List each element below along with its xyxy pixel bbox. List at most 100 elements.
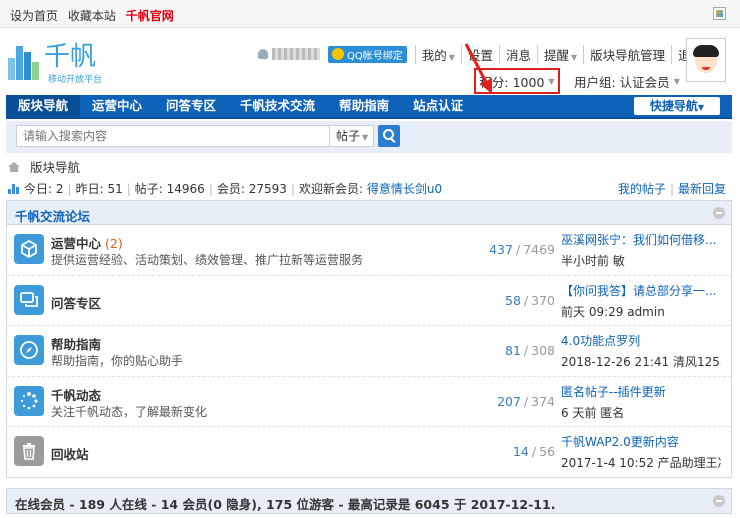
quick-links: 我的帖子 | 最新回复 (617, 182, 726, 196)
board-desc: 提供运营经验、活动策划、绩效管理、推广拉新等运营服务 (51, 253, 364, 267)
last-post-title[interactable]: 【你问我答】请总部分享一... (561, 282, 721, 299)
avatar-hair (693, 45, 719, 57)
stats-chart-icon (8, 183, 20, 194)
board-threads: 437 (489, 242, 513, 257)
last-post-title[interactable]: 千帆WAP2.0更新内容 (561, 433, 721, 450)
forum-header: 千帆交流论坛 (7, 201, 731, 225)
annotation-arrow-icon (464, 43, 492, 94)
menu-my-label: 我的 (421, 47, 447, 63)
board-name-text: 帮助指南 (51, 337, 102, 352)
search-input[interactable] (16, 125, 330, 147)
board-counts: 14/56 (512, 444, 555, 459)
board-threads: 207 (497, 393, 521, 409)
new-member-link[interactable]: 得意情长剑u0 (367, 180, 442, 197)
board-desc: 帮助指南，你的贴心助手 (51, 354, 184, 368)
tab-board-nav[interactable]: 版块导航 (6, 95, 81, 117)
search-type-select[interactable]: 帖子 ▼ (330, 125, 374, 147)
last-post-meta: 前天 09:29 admin (561, 304, 665, 319)
compass-icon[interactable] (14, 335, 44, 365)
top-links: 设为首页 收藏本站 千帆官网 (10, 7, 180, 24)
usergroup-display[interactable]: 用户组: 认证会员 ▼ (574, 72, 680, 91)
tab-site-cert[interactable]: 站点认证 (401, 95, 475, 117)
home-icon[interactable] (8, 161, 20, 172)
official-site-link[interactable]: 千帆官网 (126, 9, 174, 23)
menu-board-nav-manage[interactable]: 版块导航管理 (583, 44, 671, 64)
avatar[interactable] (686, 38, 726, 82)
set-homepage-link[interactable]: 设为首页 (10, 9, 58, 23)
main-nav: 版块导航 运营中心 问答专区 千帆技术交流 帮助指南 站点认证 快捷导航▼ (6, 95, 732, 119)
logo-subtitle: 移动开放平台 (48, 75, 103, 85)
latest-replies-link[interactable]: 最新回复 (678, 182, 726, 196)
bookmark-link[interactable]: 收藏本站 (68, 9, 116, 23)
board-name[interactable]: 回收站 (51, 444, 89, 463)
last-post-title[interactable]: 4.0功能点罗列 (561, 332, 721, 349)
menu-messages[interactable]: 消息 (498, 44, 537, 64)
search-type-label: 帖子 (336, 129, 361, 143)
board-name[interactable]: 运营中心 (2) (51, 233, 123, 252)
board-row: 运营中心 (2) 提供运营经验、活动策划、绩效管理、推广拉新等运营服务 437/7… (7, 225, 731, 276)
stat-yesterday-label: 昨日: (75, 182, 104, 196)
stat-yesterday: 51 (107, 181, 123, 196)
last-post-meta: 2017-1-4 10:52 产品助理王冯 (561, 456, 721, 470)
board-posts: 56 (539, 444, 555, 459)
collapse-icon[interactable] (713, 207, 725, 219)
stat-members: 27593 (248, 181, 287, 196)
search-button[interactable] (378, 125, 400, 147)
menu-my[interactable]: 我的 ▼ (414, 44, 461, 64)
collapse-icon[interactable] (713, 495, 725, 507)
board-new-count: (2) (105, 236, 123, 251)
trash-icon[interactable] (14, 436, 44, 466)
top-bar: 设为首页 收藏本站 千帆官网 (0, 0, 740, 28)
stat-members-label: 会员: (216, 182, 245, 196)
style-switch-icon[interactable] (713, 7, 726, 20)
stat-posts-label: 帖子: (134, 182, 163, 196)
menu-reminders-label: 提醒 (543, 47, 569, 63)
board-row: 千帆动态 关注千帆动态，了解最新变化 207/374 匿名帖子--插件更新 6 … (7, 377, 731, 427)
username-blurred[interactable] (272, 48, 320, 60)
breadcrumb: 版块导航 (8, 157, 80, 176)
my-posts-link[interactable]: 我的帖子 (618, 182, 666, 196)
board-desc: 关注千帆动态，了解最新变化 (51, 404, 208, 419)
board-threads: 14 (512, 444, 529, 459)
chevron-down-icon: ▼ (673, 77, 680, 86)
last-post-title[interactable]: 巫溪网张宁：我们如何借移... (561, 231, 721, 248)
board-row: 问答专区 58/370 【你问我答】请总部分享一... 前天 09:29 adm… (7, 276, 731, 326)
chevron-down-icon: ▼ (570, 52, 578, 62)
operations-board-icon[interactable] (14, 234, 44, 264)
logo-title: 千帆 (44, 42, 97, 72)
qq-bind-label: QQ帐号绑定 (347, 50, 403, 62)
board-name[interactable]: 问答专区 (51, 293, 101, 312)
tab-operations[interactable]: 运营中心 (80, 95, 154, 117)
logo[interactable]: 千帆 移动开放平台 (8, 36, 128, 86)
online-summary[interactable]: 在线会员 - 189 人在线 - 14 会员(0 隐身), 175 位游客 - … (15, 494, 555, 513)
forum-title[interactable]: 千帆交流论坛 (15, 206, 90, 225)
qa-board-icon[interactable] (14, 284, 44, 315)
stat-today-label: 今日: (24, 182, 53, 196)
board-name-text: 问答专区 (51, 295, 102, 311)
tab-qa[interactable]: 问答专区 (154, 95, 228, 117)
tab-tech[interactable]: 千帆技术交流 (228, 95, 327, 117)
board-last-post: 匿名帖子--插件更新 6 天前 匿名 (561, 383, 721, 421)
qq-bind-button[interactable]: QQ帐号绑定 (328, 45, 407, 63)
stat-posts: 14966 (166, 181, 205, 196)
board-row: 帮助指南 帮助指南，你的贴心助手 81/308 4.0功能点罗列 2018-12… (7, 326, 731, 377)
board-posts: 370 (531, 292, 555, 308)
stat-welcome-label: 欢迎新会员: (298, 182, 364, 196)
logo-bars-icon (8, 40, 39, 80)
board-counts: 81/308 (505, 343, 555, 358)
tab-help[interactable]: 帮助指南 (327, 95, 401, 117)
site-stats: 今日: 2 | 昨日: 51 | 帖子: 14966 | 会员: 27593 |… (8, 180, 442, 197)
last-post-meta: 6 天前 匿名 (561, 405, 625, 420)
board-counts: 207/374 (497, 393, 555, 409)
last-post-title[interactable]: 匿名帖子--插件更新 (561, 383, 721, 400)
quick-nav-label: 快捷导航 (649, 99, 698, 113)
board-counts: 58/370 (505, 292, 555, 308)
breadcrumb-current: 版块导航 (30, 160, 81, 175)
loading-dots-icon[interactable] (14, 385, 44, 416)
forum-section: 千帆交流论坛 运营中心 (2) 提供运营经验、活动策划、绩效管理、推广拉新等运营服… (6, 200, 732, 478)
quick-nav-button[interactable]: 快捷导航▼ (634, 97, 720, 115)
menu-reminders[interactable]: 提醒 ▼ (536, 44, 583, 64)
online-members-bar: 在线会员 - 189 人在线 - 14 会员(0 隐身), 175 位游客 - … (6, 488, 732, 514)
board-name[interactable]: 千帆动态 (51, 385, 101, 404)
board-name[interactable]: 帮助指南 (51, 334, 101, 353)
